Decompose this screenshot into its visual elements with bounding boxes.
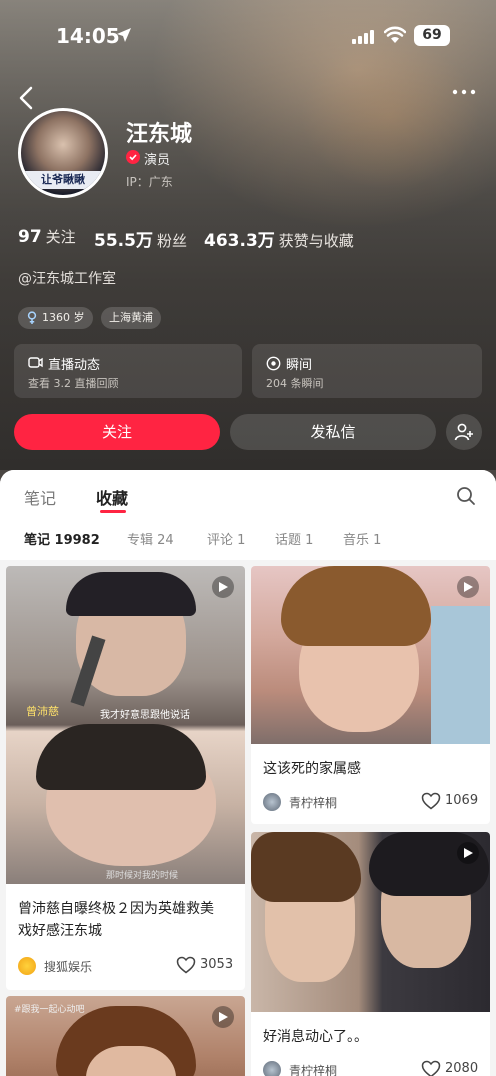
likes-count: 2080 bbox=[445, 1061, 479, 1076]
author-name: 青柠梓桐 bbox=[289, 1064, 338, 1076]
search-icon[interactable] bbox=[456, 486, 476, 506]
follow-button[interactable]: 关注 bbox=[14, 414, 220, 450]
active-tab-indicator bbox=[100, 510, 126, 513]
tab-notes[interactable]: 笔记 bbox=[24, 485, 56, 509]
note-card[interactable]: 这该死的家属感 青柠梓桐 1069 bbox=[251, 566, 490, 824]
stat-value: 55.5万 bbox=[94, 231, 153, 251]
stat-label: 获赞与收藏 bbox=[278, 232, 354, 250]
stat-likes-and-saves[interactable]: 463.3万 获赞与收藏 bbox=[204, 226, 354, 251]
more-options-icon[interactable] bbox=[452, 88, 476, 96]
card-moments-sub: 204 条瞬间 bbox=[266, 377, 324, 390]
subtab-notes[interactable]: 笔记 19982 bbox=[24, 529, 100, 548]
add-friend-button[interactable] bbox=[446, 414, 482, 450]
battery-indicator: 69 bbox=[414, 25, 450, 46]
wifi-icon bbox=[384, 26, 406, 43]
card-moments[interactable]: 瞬间 204 条瞬间 bbox=[252, 344, 482, 398]
cover-hair bbox=[281, 566, 431, 646]
subtab-topics[interactable]: 话题 1 bbox=[275, 529, 313, 548]
note-cover-image: 曾沛慈 我才好意思跟他说话 那时候对我的时候 bbox=[6, 566, 245, 884]
tab-favorites[interactable]: 收藏 bbox=[96, 485, 128, 509]
content-panel: 笔记 收藏 笔记 19982 专辑 24 评论 1 话题 1 音乐 1 曾沛慈 … bbox=[0, 470, 496, 1076]
card-live-sub: 查看 3.2 直播回顾 bbox=[28, 377, 119, 390]
note-title-line: 曾沛慈自曝终极２因为英雄救美 bbox=[18, 901, 214, 917]
video-play-icon bbox=[212, 1006, 234, 1028]
author-name: 青柠梓桐 bbox=[289, 796, 338, 810]
back-arrow-icon[interactable] bbox=[18, 86, 34, 110]
sub-tabs: 笔记 19982 专辑 24 评论 1 话题 1 音乐 1 bbox=[0, 516, 496, 560]
stat-followers[interactable]: 55.5万 粉丝 bbox=[94, 226, 187, 251]
card-live-updates[interactable]: 直播动态 查看 3.2 直播回顾 bbox=[14, 344, 242, 398]
cover-hair-2 bbox=[36, 724, 206, 790]
cellular-signal-icon bbox=[352, 30, 374, 44]
avatar-caption: 让爷瞅瞅 bbox=[25, 171, 101, 189]
stat-value: 97 bbox=[18, 227, 42, 247]
status-time: 14:05 bbox=[56, 24, 120, 48]
likes-count: 3053 bbox=[200, 957, 234, 972]
location-arrow-icon bbox=[117, 28, 131, 42]
stat-following[interactable]: 97 关注 bbox=[18, 226, 76, 247]
heart-icon bbox=[421, 1060, 441, 1076]
video-play-icon bbox=[457, 576, 479, 598]
verified-badge-icon bbox=[126, 150, 140, 164]
stat-label: 粉丝 bbox=[156, 232, 187, 250]
note-cover-image bbox=[251, 832, 490, 1012]
content-tabs: 笔记 收藏 bbox=[0, 470, 496, 516]
tag-age-text: 1360 岁 bbox=[42, 311, 85, 324]
likes-count: 1069 bbox=[445, 793, 479, 808]
card-live-title: 直播动态 bbox=[48, 358, 101, 373]
author-name: 搜狐娱乐 bbox=[44, 960, 93, 974]
profile-header: 14:05 69 让爷瞅瞅 汪东城 演员 IP：广东 97 关注 55.5万 粉丝 bbox=[0, 0, 496, 470]
heart-icon bbox=[176, 956, 196, 974]
subtab-albums[interactable]: 专辑 24 bbox=[127, 529, 174, 548]
tag-age: 1360 岁 bbox=[18, 307, 93, 329]
tag-location: 上海黄浦 bbox=[101, 307, 161, 329]
heart-icon bbox=[421, 792, 441, 810]
note-card[interactable]: #跟我一起心动吧 bbox=[6, 996, 245, 1076]
cover-hair bbox=[66, 572, 196, 616]
cover-overlay-caption: 我才好意思跟他说话 bbox=[100, 710, 190, 721]
cover-overlay-caption: #跟我一起心动吧 bbox=[14, 1005, 85, 1015]
stat-label: 关注 bbox=[45, 228, 76, 246]
cover-background bbox=[431, 606, 490, 744]
author-avatar bbox=[263, 793, 281, 811]
profile-bio[interactable]: @汪东城工作室 bbox=[18, 268, 116, 288]
profile-role: 演员 bbox=[144, 153, 171, 168]
note-card[interactable]: 好消息动心了。。 青柠梓桐 2080 bbox=[251, 832, 490, 1076]
moments-icon bbox=[266, 356, 281, 371]
author-avatar bbox=[18, 957, 36, 975]
note-card[interactable]: 曾沛慈 我才好意思跟他说话 那时候对我的时候 曾沛慈自曝终极２因为英雄救美 戏好… bbox=[6, 566, 245, 990]
video-play-icon bbox=[212, 576, 234, 598]
author-avatar bbox=[263, 1061, 281, 1076]
note-title-line: 戏好感汪东城 bbox=[18, 923, 102, 939]
subtab-comments[interactable]: 评论 1 bbox=[207, 529, 245, 548]
avatar[interactable]: 让爷瞅瞅 bbox=[18, 108, 108, 198]
live-camera-icon bbox=[28, 357, 43, 368]
note-cover-image bbox=[251, 566, 490, 744]
note-title: 这该死的家属感 bbox=[263, 761, 361, 777]
cover-overlay-caption-2: 那时候对我的时候 bbox=[106, 871, 179, 881]
note-title: 好消息动心了。。 bbox=[263, 1029, 368, 1045]
cover-overlay-name: 曾沛慈 bbox=[26, 705, 59, 718]
video-play-icon bbox=[457, 842, 479, 864]
subtab-music[interactable]: 音乐 1 bbox=[343, 529, 381, 548]
status-bar: 14:05 69 bbox=[0, 24, 496, 52]
profile-ip: IP：广东 bbox=[126, 175, 173, 189]
note-title: 曾沛慈自曝终极２因为英雄救美 戏好感汪东城 bbox=[18, 898, 244, 942]
message-button[interactable]: 发私信 bbox=[230, 414, 436, 450]
cover-hair bbox=[251, 832, 361, 902]
card-moments-title: 瞬间 bbox=[286, 358, 313, 373]
stat-value: 463.3万 bbox=[204, 231, 275, 251]
add-user-icon bbox=[454, 423, 473, 441]
profile-name: 汪东城 bbox=[126, 122, 193, 147]
female-icon bbox=[27, 311, 37, 324]
